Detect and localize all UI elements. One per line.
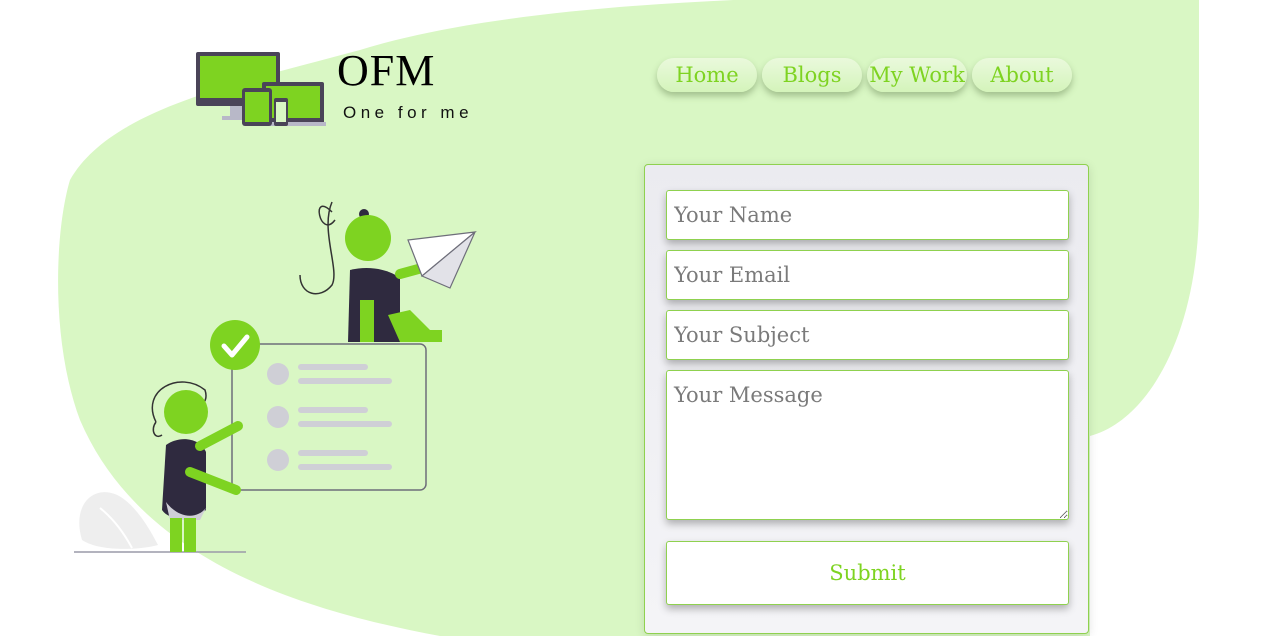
page: OFM One for me Home Blogs My Work About (0, 0, 1267, 636)
nav-home[interactable]: Home (657, 58, 757, 92)
contact-form: Submit (644, 164, 1089, 634)
name-input[interactable] (666, 190, 1069, 240)
nav-my-work[interactable]: My Work (867, 58, 967, 92)
email-input[interactable] (666, 250, 1069, 300)
brand-tagline: One for me (343, 103, 474, 122)
message-textarea[interactable] (666, 370, 1069, 520)
nav-blogs[interactable]: Blogs (762, 58, 862, 92)
subject-input[interactable] (666, 310, 1069, 360)
nav-about[interactable]: About (972, 58, 1072, 92)
devices-logo-icon (196, 52, 326, 126)
brand-name: OFM (337, 46, 436, 95)
submit-button[interactable]: Submit (666, 541, 1069, 605)
main-nav: Home Blogs My Work About (657, 58, 1072, 92)
people-checklist-paper-plane-illustration (74, 201, 477, 553)
